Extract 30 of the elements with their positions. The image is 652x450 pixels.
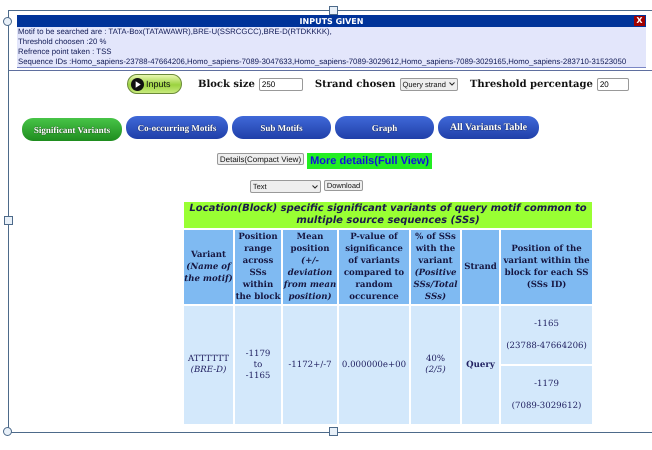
column-header: Position of the variant within the block for each SS (SSs ID): [501, 230, 592, 304]
tab[interactable]: All Variants Table: [438, 116, 539, 139]
tab[interactable]: Graph: [335, 116, 434, 139]
column-header: Variant (Name of the motif): [184, 230, 233, 304]
column-header: % of SSs with the variant (Positive SSs/Total SSs): [411, 230, 460, 304]
column-header: Position range across SSs within the block: [235, 230, 281, 304]
panel-title: INPUTS GIVEN: [300, 16, 364, 26]
view-button[interactable]: More details(Full View): [307, 153, 432, 169]
threshold-field[interactable]: 20: [596, 78, 629, 90]
p-value-cell: 0.000000e+00: [339, 306, 409, 424]
inputs-button[interactable]: Inputs: [127, 74, 182, 94]
column-header: Mean position (+/- deviation from mean position): [283, 230, 337, 304]
threshold-label: Threshold percentage: [470, 78, 593, 90]
tab[interactable]: Sub Motifs: [232, 116, 331, 139]
variant-cell: ATTTTTT (BRE-D): [184, 306, 233, 424]
block-size-label: Block size: [198, 78, 255, 90]
block-size-field[interactable]: 250: [258, 78, 303, 90]
position-cell: -1179 (7089-3029612): [501, 366, 592, 424]
table-title: Location(Block) specific significant variants of query motif common to multiple source sequences (SSs): [184, 202, 592, 228]
range-cell: -1179 to -1165: [235, 306, 281, 424]
strand-label: Strand chosen: [314, 78, 396, 90]
view-button[interactable]: Details(Compact View): [216, 153, 304, 165]
column-header: Strand: [462, 230, 499, 304]
mean-cell: -1172+/-7: [283, 306, 337, 424]
position-cell: -1165 (23788-47664206): [501, 306, 592, 364]
percent-cell: 40% (2/5): [411, 306, 460, 424]
tab[interactable]: Co-occurring Motifs: [126, 116, 228, 139]
close-button[interactable]: X: [634, 16, 645, 26]
strand-cell: Query: [462, 306, 499, 424]
column-header: P-value of significance of variants compared to random occurence: [339, 230, 409, 304]
